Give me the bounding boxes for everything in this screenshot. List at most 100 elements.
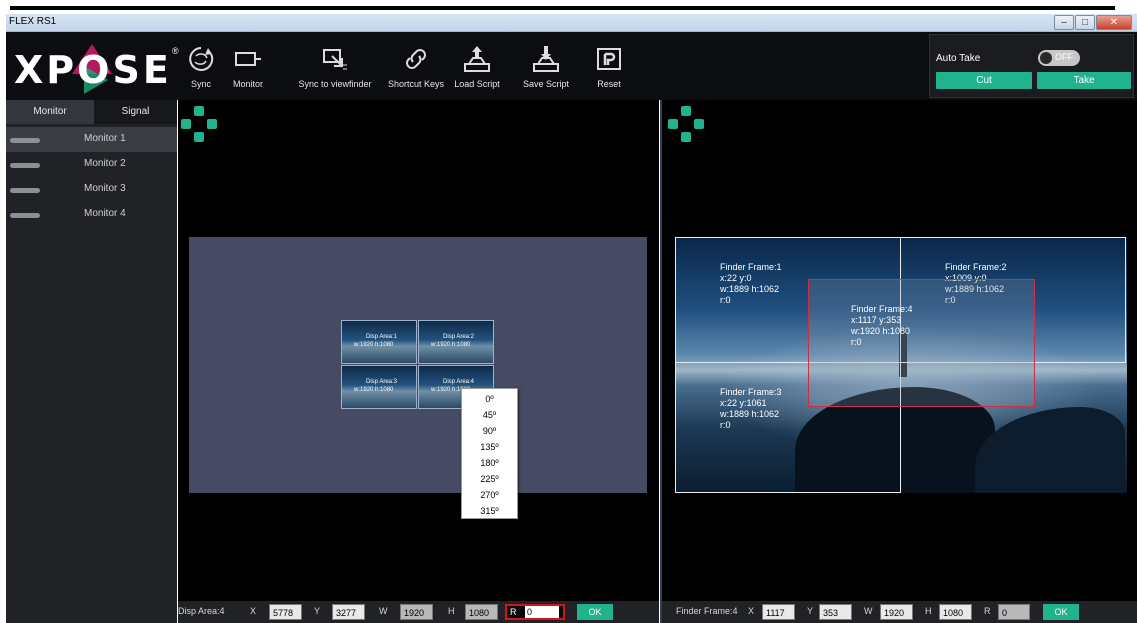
tab-monitor[interactable]: Monitor: [6, 100, 94, 124]
arrow-left-icon[interactable]: [181, 119, 191, 129]
arrow-left-icon[interactable]: [668, 119, 678, 129]
monitor-list-item[interactable]: Monitor 1: [6, 127, 177, 152]
sync-to-viewfinder-label: Sync to viewfinder: [298, 79, 372, 89]
monitor-name: Monitor 2: [84, 158, 126, 169]
x-input[interactable]: 5778: [269, 604, 302, 620]
cut-button[interactable]: Cut: [936, 72, 1032, 89]
link-icon: [406, 49, 426, 69]
sync-button[interactable]: Sync: [184, 44, 218, 94]
rotation-option[interactable]: 45º: [462, 408, 517, 423]
rotation-option[interactable]: 270º: [462, 488, 517, 503]
title-bar: FLEX RS1 – □ ✕: [6, 14, 1137, 32]
reset-button[interactable]: Reset: [592, 44, 626, 94]
sync-to-viewfinder-button[interactable]: Sync to viewfinder: [289, 44, 381, 94]
window-title: FLEX RS1: [9, 16, 57, 27]
r-input[interactable]: 0: [998, 604, 1030, 620]
ok-button[interactable]: OK: [1043, 604, 1079, 620]
rotation-option[interactable]: 0º: [462, 392, 517, 407]
arrow-up-icon[interactable]: [681, 106, 691, 116]
disp-area-status-bar: Disp Area:4 X 5778 Y 3277 W 1920 H 1080 …: [178, 601, 659, 623]
finder-frame-info: Finder Frame:1 x:22 y:0 w:1889 h:1062 r:…: [720, 262, 782, 305]
load-script-button[interactable]: Load Script: [450, 44, 504, 94]
finder-frame-info: Finder Frame:3 x:22 y:1061 w:1889 h:1062…: [720, 387, 782, 430]
nudge-pad: [181, 106, 217, 142]
auto-take-panel: Auto Take OFF Cut Take: [929, 34, 1134, 98]
sync-label: Sync: [190, 79, 211, 89]
sidebar-tabs: Monitor Signal: [6, 100, 177, 124]
x-label: X: [250, 606, 257, 616]
monitor-name: Monitor 1: [84, 133, 126, 144]
selected-frame-label: Finder Frame:4: [676, 606, 738, 616]
finder-frame-selected[interactable]: Finder Frame:4 x:1117 y:353 w:1920 h:108…: [808, 279, 1035, 407]
monitor-list-item[interactable]: Monitor 2: [6, 152, 177, 177]
monitor-icon: [235, 52, 261, 66]
h-input[interactable]: 1080: [939, 604, 972, 620]
w-label: W: [864, 606, 873, 616]
close-icon[interactable]: ✕: [1096, 15, 1132, 30]
y-input[interactable]: 353: [819, 604, 852, 620]
reset-icon: [597, 48, 621, 70]
r-label: R: [510, 607, 517, 617]
upload-icon: [464, 46, 490, 72]
disp-area-size: w:1920 h:1080: [354, 387, 394, 393]
shortcut-keys-button[interactable]: Shortcut Keys: [383, 44, 449, 94]
h-input[interactable]: 1080: [465, 604, 498, 620]
sidebar: Monitor Signal Monitor 1 Monitor 2 Monit…: [6, 100, 177, 623]
rotation-input[interactable]: R 0: [505, 604, 565, 620]
auto-take-label: Auto Take: [936, 53, 981, 64]
rotation-menu: 0º 45º 90º 135º 180º 225º 270º 315º: [461, 388, 518, 519]
toolbar: XPOSE ® Sync Monitor Sync to viewfinder …: [6, 32, 1137, 100]
reset-label: Reset: [597, 79, 621, 89]
rotation-option[interactable]: 135º: [462, 440, 517, 455]
rotation-value: 0: [525, 606, 560, 618]
w-input[interactable]: 1920: [880, 604, 913, 620]
finder-frame-status-bar: Finder Frame:4 X 1117 Y 353 W 1920 H 108…: [662, 601, 1137, 623]
disp-area-size: w:1920 h:1080: [354, 342, 394, 348]
take-button[interactable]: Take: [1037, 72, 1131, 89]
rotation-option[interactable]: 225º: [462, 472, 517, 487]
y-input[interactable]: 3277: [332, 604, 365, 620]
viewfinder-image[interactable]: Finder Frame:1 x:22 y:0 w:1889 h:1062 r:…: [675, 237, 1127, 493]
x-input[interactable]: 1117: [762, 604, 795, 620]
monitor-connector-icon: [10, 213, 40, 218]
monitor-connector-icon: [10, 138, 40, 143]
rotation-option[interactable]: 90º: [462, 424, 517, 439]
disp-area-tile[interactable]: Disp Area:2 w:1920 h:1080: [418, 320, 494, 364]
viewfinder-icon: [323, 49, 347, 70]
monitor-list-item[interactable]: Monitor 4: [6, 202, 177, 227]
monitor-label: Monitor: [232, 79, 263, 89]
disp-area-size: w:1920 h:1080: [431, 342, 471, 348]
arrow-right-icon[interactable]: [207, 119, 217, 129]
arrow-down-icon[interactable]: [194, 132, 204, 142]
finder-frame-info: Finder Frame:4 x:1117 y:353 w:1920 h:108…: [851, 304, 913, 347]
w-input[interactable]: 1920: [400, 604, 433, 620]
disp-area-title: Disp Area:3: [366, 379, 398, 385]
disp-area-tile[interactable]: Disp Area:1 w:1920 h:1080: [341, 320, 417, 364]
save-script-button[interactable]: Save Script: [518, 44, 574, 94]
arrow-up-icon[interactable]: [194, 106, 204, 116]
monitor-list-item[interactable]: Monitor 3: [6, 177, 177, 202]
sync-icon: [189, 47, 214, 71]
auto-take-toggle[interactable]: OFF: [1038, 50, 1080, 66]
h-label: H: [925, 606, 932, 616]
disp-area-title: Disp Area:2: [443, 334, 475, 340]
arrow-right-icon[interactable]: [694, 119, 704, 129]
maximize-icon[interactable]: □: [1075, 15, 1095, 30]
monitor-name: Monitor 3: [84, 183, 126, 194]
disp-area-title: Disp Area:4: [443, 379, 475, 385]
y-label: Y: [807, 606, 814, 616]
monitor-name: Monitor 4: [84, 208, 126, 219]
rotation-option[interactable]: 315º: [462, 504, 517, 519]
logo-text: XPOSE: [14, 48, 172, 92]
disp-area-title: Disp Area:1: [366, 334, 398, 340]
rotation-option[interactable]: 180º: [462, 456, 517, 471]
logo-registered: ®: [172, 46, 179, 56]
x-label: X: [748, 606, 755, 616]
ok-button[interactable]: OK: [577, 604, 613, 620]
minimize-icon[interactable]: –: [1054, 15, 1074, 30]
arrow-down-icon[interactable]: [681, 132, 691, 142]
tab-signal[interactable]: Signal: [94, 100, 177, 124]
disp-area-tile[interactable]: Disp Area:3 w:1920 h:1080: [341, 365, 417, 409]
monitor-button[interactable]: Monitor: [228, 44, 268, 94]
viewfinder-view: Finder Frame:1 x:22 y:0 w:1889 h:1062 r:…: [660, 100, 1137, 623]
